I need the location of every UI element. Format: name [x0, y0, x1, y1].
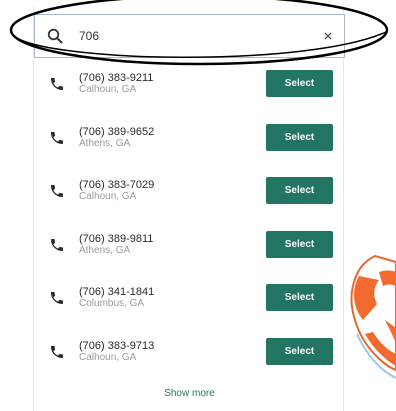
phone-location: Calhoun, GA: [79, 84, 137, 95]
phone-number: (706) 383-9713: [79, 339, 155, 352]
list-item: (706) 383-9713 Calhoun, GA Select: [34, 331, 345, 385]
list-item: (706) 383-7029 Calhoun, GA Select: [34, 170, 345, 224]
show-more-link[interactable]: Show more: [34, 388, 345, 399]
phone-location: Athens, GA: [79, 137, 131, 149]
phone-location: Calhoun, GA: [79, 351, 137, 363]
phone-number: (706) 383-7029: [79, 179, 155, 192]
list-item: (706) 341-1841 Columbus, GA Select: [34, 277, 345, 331]
select-button[interactable]: Select: [266, 70, 333, 97]
list-item: (706) 383-9211 Calhoun, GA Select: [34, 63, 345, 117]
select-button[interactable]: Select: [266, 284, 333, 312]
phone-icon: [49, 183, 65, 199]
select-button[interactable]: Select: [266, 230, 333, 258]
phone-number: (706) 389-9811: [79, 232, 154, 245]
phone-icon: [49, 344, 65, 360]
search-icon: [46, 27, 64, 45]
phone-location: Calhoun, GA: [79, 191, 137, 203]
results-list: (706) 383-9211 Calhoun, GA Select (706) …: [34, 63, 345, 385]
number-picker-panel: (706) 383-9211 Calhoun, GA Select (706) …: [33, 6, 345, 411]
phone-number: (706) 389-9652: [79, 125, 155, 138]
select-button[interactable]: Select: [266, 337, 333, 365]
phone-icon: [49, 290, 65, 306]
phone-icon: [49, 237, 65, 253]
search-bar: [34, 14, 345, 58]
list-item: (706) 389-9652 Athens, GA Select: [34, 117, 345, 171]
phone-icon: [49, 76, 65, 92]
search-input[interactable]: [79, 25, 309, 47]
phone-icon: [49, 130, 65, 146]
select-button[interactable]: Select: [266, 123, 333, 151]
phone-location: Athens, GA: [79, 244, 131, 256]
select-button[interactable]: Select: [266, 177, 333, 205]
phone-number: (706) 383-9211: [79, 72, 154, 84]
list-item: (706) 389-9811 Athens, GA Select: [34, 224, 345, 278]
close-icon[interactable]: [319, 27, 337, 45]
phone-location: Columbus, GA: [79, 298, 145, 310]
decorative-lifebuoy-illustration: [345, 248, 396, 388]
phone-number: (706) 341-1841: [79, 286, 155, 299]
